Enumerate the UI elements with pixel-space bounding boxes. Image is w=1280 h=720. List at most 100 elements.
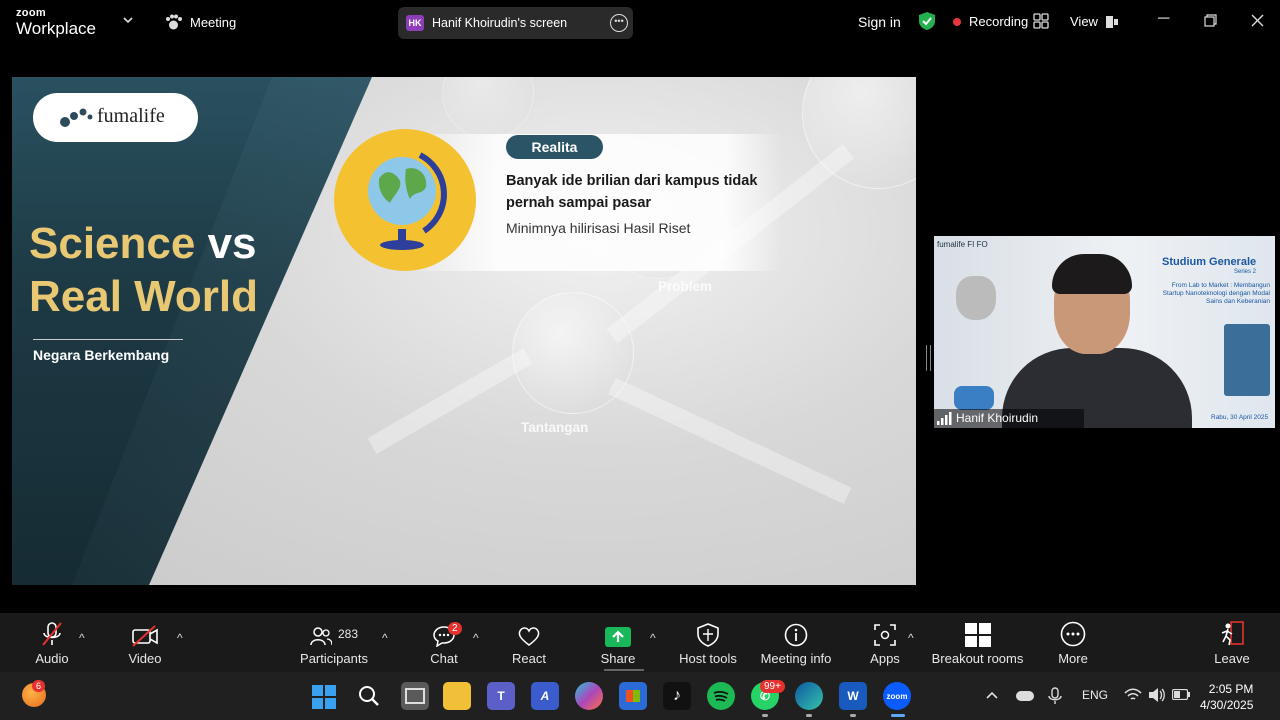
volume-icon[interactable] xyxy=(1148,687,1166,703)
leave-door-icon xyxy=(1221,621,1244,646)
shield-check-icon[interactable] xyxy=(918,11,936,31)
participants-label: Participants xyxy=(300,651,368,666)
chat-label: Chat xyxy=(430,651,458,666)
weather-badge: 6 xyxy=(32,680,46,692)
tiktok-icon[interactable]: ♪ xyxy=(663,682,691,710)
participants-icon xyxy=(310,627,332,646)
brand-top: zoom xyxy=(16,7,46,19)
title-real-world: Real World xyxy=(29,272,259,321)
participant-video-tile[interactable]: fumalife FI FO Studium Generale Series 2… xyxy=(934,236,1275,428)
slide-title: Science vs Real World xyxy=(29,217,258,323)
view-menu[interactable]: View xyxy=(1070,14,1118,29)
slide-subtitle: Negara Berkembang xyxy=(33,347,170,363)
banner-title: Studium Generale xyxy=(1162,256,1257,268)
chat-options-caret[interactable]: ^ xyxy=(473,631,479,645)
share-options-caret[interactable]: ^ xyxy=(650,631,656,645)
task-view-icon[interactable] xyxy=(401,682,429,710)
video-button[interactable]: Video xyxy=(123,613,167,672)
meeting-info-button[interactable]: Meeting info xyxy=(758,613,834,672)
close-window-icon[interactable] xyxy=(1251,14,1264,27)
banner-date: Rabu, 30 April 2025 xyxy=(1211,414,1269,421)
apps-options-caret[interactable]: ^ xyxy=(908,631,914,645)
participant-name: Hanif Khoirudin xyxy=(956,411,1039,425)
more-options-icon[interactable]: ••• xyxy=(610,14,628,32)
copilot-icon[interactable] xyxy=(575,682,603,710)
device-image xyxy=(1224,324,1270,396)
panel-resize-handle[interactable] xyxy=(926,345,931,371)
title-science: Science xyxy=(29,219,196,268)
react-button[interactable]: React xyxy=(509,613,549,672)
share-label: Hanif Khoirudin's screen xyxy=(432,16,568,30)
recording-label: Recording xyxy=(969,14,1029,29)
search-icon[interactable] xyxy=(358,685,380,707)
chevron-up-icon[interactable] xyxy=(986,691,998,699)
slide-headline: Banyak ide brilian dari kampus tidak per… xyxy=(506,173,758,211)
sign-in-link[interactable]: Sign in xyxy=(858,14,901,30)
apps-icon xyxy=(874,624,896,646)
clock-time: 2:05 PM xyxy=(1208,682,1254,696)
word-icon[interactable]: W xyxy=(839,682,867,710)
host-tools-label: Host tools xyxy=(679,651,737,666)
banner-description: From Lab to Market : Membangun Startup N… xyxy=(1162,282,1270,305)
screen-share-indicator[interactable]: HK Hanif Khoirudin's screen ••• xyxy=(398,7,633,39)
view-label: View xyxy=(1070,14,1098,29)
banner-logos: fumalife FI FO xyxy=(937,240,988,249)
meeting-label: Meeting xyxy=(190,14,237,30)
more-button[interactable]: More xyxy=(1053,613,1093,672)
system-clock[interactable]: 2:05 PM 4/30/2025 xyxy=(1200,681,1253,713)
store-icon[interactable] xyxy=(619,682,647,710)
share-label: Share xyxy=(600,651,636,666)
participants-button[interactable]: 283 Participants xyxy=(299,613,369,672)
participants-count: 283 xyxy=(337,627,359,641)
participants-options-caret[interactable]: ^ xyxy=(382,631,388,645)
leave-button[interactable]: Leave xyxy=(1212,613,1252,672)
problem-label: Problem xyxy=(658,279,713,294)
video-options-caret[interactable]: ^ xyxy=(177,631,183,645)
audio-label: Audio xyxy=(35,651,69,666)
audio-options-caret[interactable]: ^ xyxy=(79,631,85,645)
more-label: More xyxy=(1058,651,1088,666)
windows-start-icon[interactable] xyxy=(312,685,336,709)
banner-series: Series 2 xyxy=(1234,269,1257,275)
spotify-icon[interactable] xyxy=(707,682,735,710)
chat-unread-badge: 2 xyxy=(448,622,462,635)
language-indicator[interactable]: ENG xyxy=(1082,688,1108,702)
glove-image xyxy=(954,386,994,410)
file-explorer-icon[interactable] xyxy=(443,682,471,710)
host-tools-button[interactable]: Host tools xyxy=(677,613,739,672)
breakout-rooms-button[interactable]: Breakout rooms xyxy=(930,613,1025,672)
zoom-icon[interactable]: zoom xyxy=(883,682,911,710)
teams-icon[interactable]: T xyxy=(487,682,515,710)
recording-status[interactable]: Recording xyxy=(953,14,1028,29)
microphone-in-use-icon[interactable] xyxy=(1046,687,1064,705)
paw-icon xyxy=(166,14,182,30)
minimize-icon[interactable]: ─ xyxy=(1158,10,1169,28)
word-running-indicator xyxy=(850,714,856,717)
grid-view-icon[interactable] xyxy=(1033,13,1049,29)
zoom-workplace-logo: zoom Workplace xyxy=(16,7,96,38)
shared-screen-slide: fumalife Science vs Real World Negara Be… xyxy=(12,77,916,585)
zoom-title-bar: zoom Workplace Meeting HK Hanif Khoirudi… xyxy=(0,0,1280,46)
slide-subtext: Minimnya hilirisasi Hasil Riset xyxy=(506,220,691,236)
onedrive-icon[interactable] xyxy=(1016,691,1034,701)
signal-strength-icon xyxy=(937,412,952,425)
battery-icon[interactable] xyxy=(1172,689,1190,700)
globe-icon xyxy=(368,152,447,250)
apps-button[interactable]: Apps xyxy=(867,613,903,672)
chevron-down-icon[interactable] xyxy=(123,16,133,24)
restore-window-icon[interactable] xyxy=(1204,14,1217,27)
shield-icon xyxy=(697,623,719,647)
breakout-rooms-label: Breakout rooms xyxy=(931,651,1024,666)
sharer-avatar: HK xyxy=(406,15,424,31)
video-label: Video xyxy=(128,651,162,666)
vs-app-icon[interactable]: A xyxy=(531,682,559,710)
share-underline xyxy=(604,669,644,671)
windows-taskbar: 6 T A ♪ ✆ 99+ W zoom ENG 2:05 PM 4/30/20… xyxy=(0,672,1280,720)
logo-text: fumalife xyxy=(97,105,165,127)
share-button[interactable]: Share xyxy=(598,613,638,672)
edge-icon[interactable] xyxy=(795,682,823,710)
audio-button[interactable]: Audio xyxy=(30,613,74,672)
camera-off-icon xyxy=(132,625,158,647)
wifi-icon[interactable] xyxy=(1124,688,1142,702)
meeting-menu[interactable]: Meeting xyxy=(165,14,236,30)
